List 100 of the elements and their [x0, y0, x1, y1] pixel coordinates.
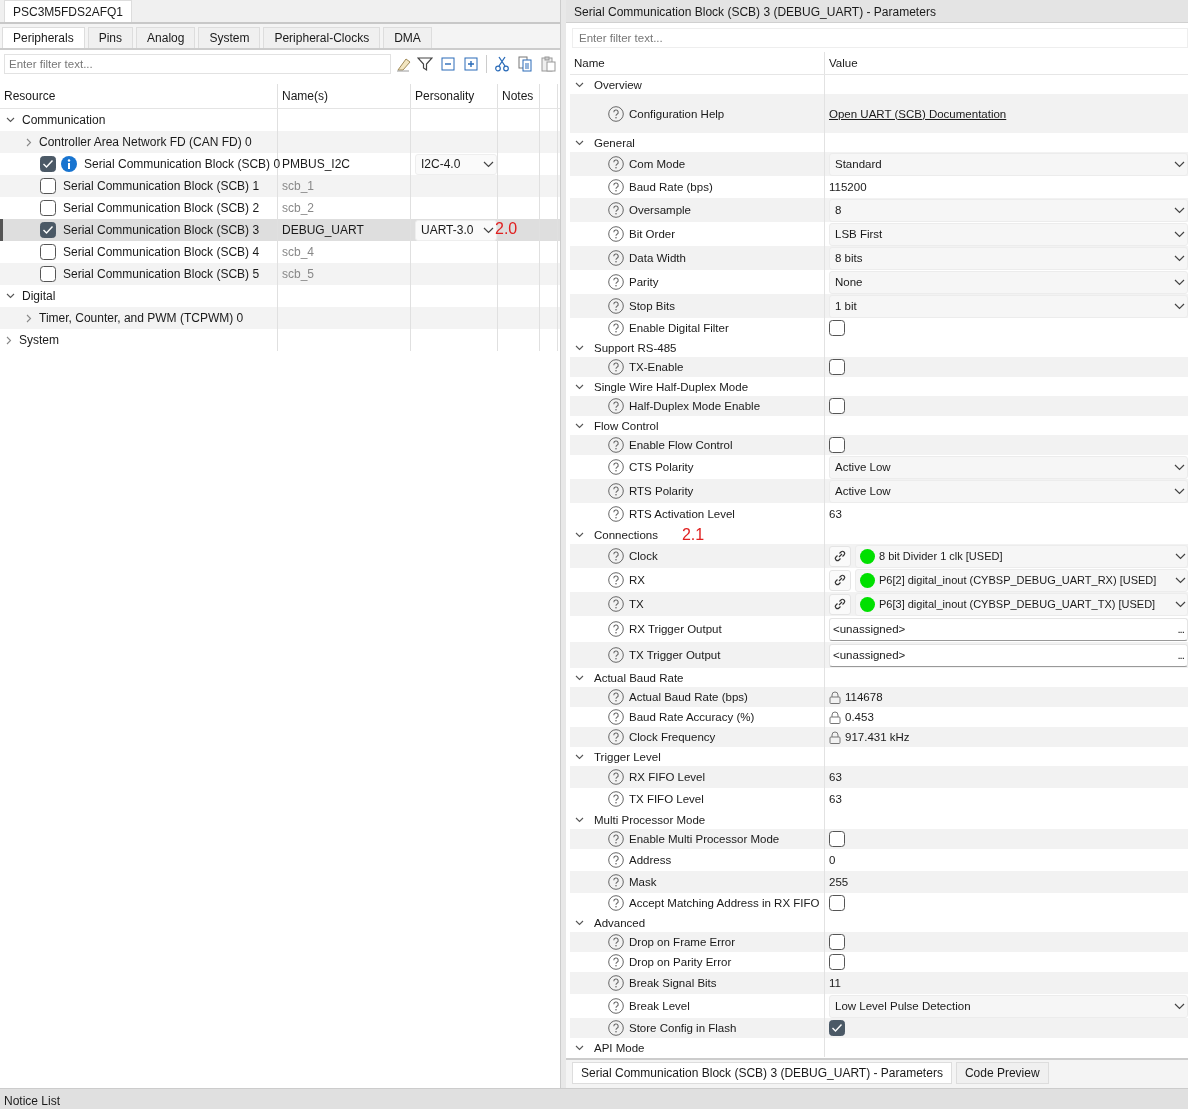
filter-icon[interactable] — [417, 56, 433, 72]
parameter-value[interactable]: 63 — [829, 771, 842, 783]
chevron-down-icon[interactable] — [1174, 230, 1185, 238]
tab[interactable]: Pins — [87, 27, 134, 48]
chevron-down-icon[interactable] — [1174, 278, 1185, 286]
input-field[interactable]: <unassigned> ... — [829, 643, 1188, 667]
help-icon[interactable] — [608, 975, 624, 991]
help-icon[interactable] — [608, 202, 624, 218]
scissors-icon[interactable] — [494, 56, 510, 72]
column-header[interactable]: Personality — [415, 89, 475, 103]
checkbox[interactable] — [829, 895, 845, 911]
help-icon[interactable] — [608, 596, 624, 612]
checkbox[interactable] — [829, 437, 845, 453]
chevron-down-icon[interactable] — [575, 139, 584, 146]
chevron-down-icon[interactable] — [1174, 254, 1185, 262]
parameter-value[interactable]: 255 — [829, 876, 849, 888]
tree-item[interactable]: Communication — [22, 113, 106, 127]
help-icon[interactable] — [608, 179, 624, 195]
column-header[interactable]: Name — [574, 57, 605, 69]
help-icon[interactable] — [608, 398, 624, 414]
chevron-down-icon[interactable] — [483, 226, 494, 234]
chevron-down-icon[interactable] — [1175, 552, 1186, 560]
help-icon[interactable] — [608, 105, 624, 122]
chevron-down-icon[interactable] — [575, 531, 584, 538]
group-header[interactable]: Multi Processor Mode — [594, 813, 706, 826]
checkbox[interactable] — [829, 954, 845, 970]
tree-item[interactable]: Serial Communication Block (SCB) 1 — [63, 179, 260, 193]
tree-item[interactable]: Serial Communication Block (SCB) 5 — [63, 267, 260, 281]
tree-item[interactable]: Digital — [22, 289, 56, 303]
chevron-down-icon[interactable] — [1175, 576, 1186, 584]
tab[interactable]: Serial Communication Block (SCB) 3 (DEBUG_UART) - Parameters — [572, 1062, 952, 1084]
checkbox[interactable] — [829, 831, 845, 847]
help-icon[interactable] — [608, 831, 624, 847]
tree-item[interactable]: Serial Communication Block (SCB) 4 — [63, 245, 260, 259]
chevron-down-icon[interactable] — [1174, 487, 1185, 495]
chevron-down-icon[interactable] — [575, 422, 584, 429]
dropdown[interactable]: Active Low — [829, 479, 1188, 503]
chevron-down-icon[interactable] — [575, 81, 584, 88]
chevron-down-icon[interactable] — [575, 383, 584, 390]
chevron-down-icon[interactable] — [483, 160, 494, 168]
help-icon[interactable] — [608, 548, 624, 564]
document-tab[interactable]: PSC3M5FDS2AFQ1 — [4, 0, 133, 22]
eraser-icon[interactable] — [395, 56, 411, 72]
dropdown[interactable]: LSB First — [829, 222, 1188, 246]
group-header[interactable]: API Mode — [594, 1041, 645, 1054]
parameter-value[interactable]: 63 — [829, 508, 842, 520]
group-header[interactable]: Flow Control — [594, 419, 659, 432]
parameter-value[interactable]: 115200 — [829, 181, 867, 193]
chevron-down-icon[interactable] — [1174, 302, 1185, 310]
chevron-down-icon[interactable] — [1174, 206, 1185, 214]
group-header[interactable]: Support RS-485 — [594, 341, 677, 354]
dropdown[interactable]: 1 bit — [829, 294, 1188, 318]
tab[interactable]: DMA — [383, 27, 432, 48]
checkbox[interactable] — [40, 178, 56, 194]
help-icon[interactable] — [608, 506, 624, 522]
checkbox[interactable] — [40, 244, 56, 260]
help-icon[interactable] — [608, 954, 624, 970]
checkbox[interactable] — [40, 222, 56, 238]
chevron-right-icon[interactable] — [26, 313, 32, 323]
chevron-down-icon[interactable] — [1174, 463, 1185, 471]
checkbox[interactable] — [829, 934, 845, 950]
input-field[interactable]: <unassigned> ... — [829, 617, 1188, 641]
filter-field[interactable]: Enter filter text... — [572, 28, 1188, 48]
column-header[interactable]: Resource — [4, 89, 56, 103]
help-icon[interactable] — [608, 934, 624, 950]
help-icon[interactable] — [608, 647, 624, 663]
chevron-down-icon[interactable] — [1175, 600, 1186, 608]
checkbox[interactable] — [40, 200, 56, 216]
group-header[interactable]: Single Wire Half-Duplex Mode — [594, 380, 749, 393]
dropdown[interactable]: Standard — [829, 152, 1188, 176]
chevron-down-icon[interactable] — [1174, 1002, 1185, 1010]
collapse-all-icon[interactable] — [440, 56, 456, 72]
chevron-down-icon[interactable] — [6, 117, 15, 123]
dropdown[interactable]: None — [829, 270, 1188, 294]
dropdown[interactable]: 8 — [829, 198, 1188, 222]
chevron-down-icon[interactable] — [575, 1044, 584, 1051]
help-icon[interactable] — [608, 621, 624, 637]
group-header[interactable]: Connections — [594, 528, 658, 541]
column-header[interactable]: Notes — [502, 89, 534, 103]
chevron-down-icon[interactable] — [575, 816, 584, 823]
dropdown[interactable]: Active Low — [829, 455, 1188, 479]
connection-dropdown[interactable]: P6[2] digital_inout (CYBSP_DEBUG_UART_RX) [USED] — [855, 568, 1188, 592]
help-icon[interactable] — [608, 572, 624, 588]
tab[interactable]: Peripherals — [2, 27, 85, 48]
parameter-value[interactable]: 0 — [829, 854, 836, 866]
tree-item[interactable]: System — [19, 333, 59, 347]
help-icon[interactable] — [608, 156, 624, 172]
help-icon[interactable] — [608, 689, 624, 705]
parameter-value[interactable]: 63 — [829, 793, 842, 805]
group-header[interactable]: General — [594, 136, 635, 149]
chevron-down-icon[interactable] — [575, 919, 584, 926]
tree-item[interactable]: Serial Communication Block (SCB) 3 — [63, 223, 260, 237]
help-icon[interactable] — [608, 250, 624, 266]
tab[interactable]: System — [198, 27, 261, 48]
help-icon[interactable] — [608, 998, 624, 1014]
tab[interactable]: Code Preview — [955, 1062, 1049, 1084]
connection-dropdown[interactable]: P6[3] digital_inout (CYBSP_DEBUG_UART_TX) [USED] — [855, 592, 1188, 616]
tab[interactable]: Analog — [136, 27, 196, 48]
link-button[interactable] — [829, 545, 851, 567]
dropdown[interactable]: 8 bits — [829, 246, 1188, 270]
